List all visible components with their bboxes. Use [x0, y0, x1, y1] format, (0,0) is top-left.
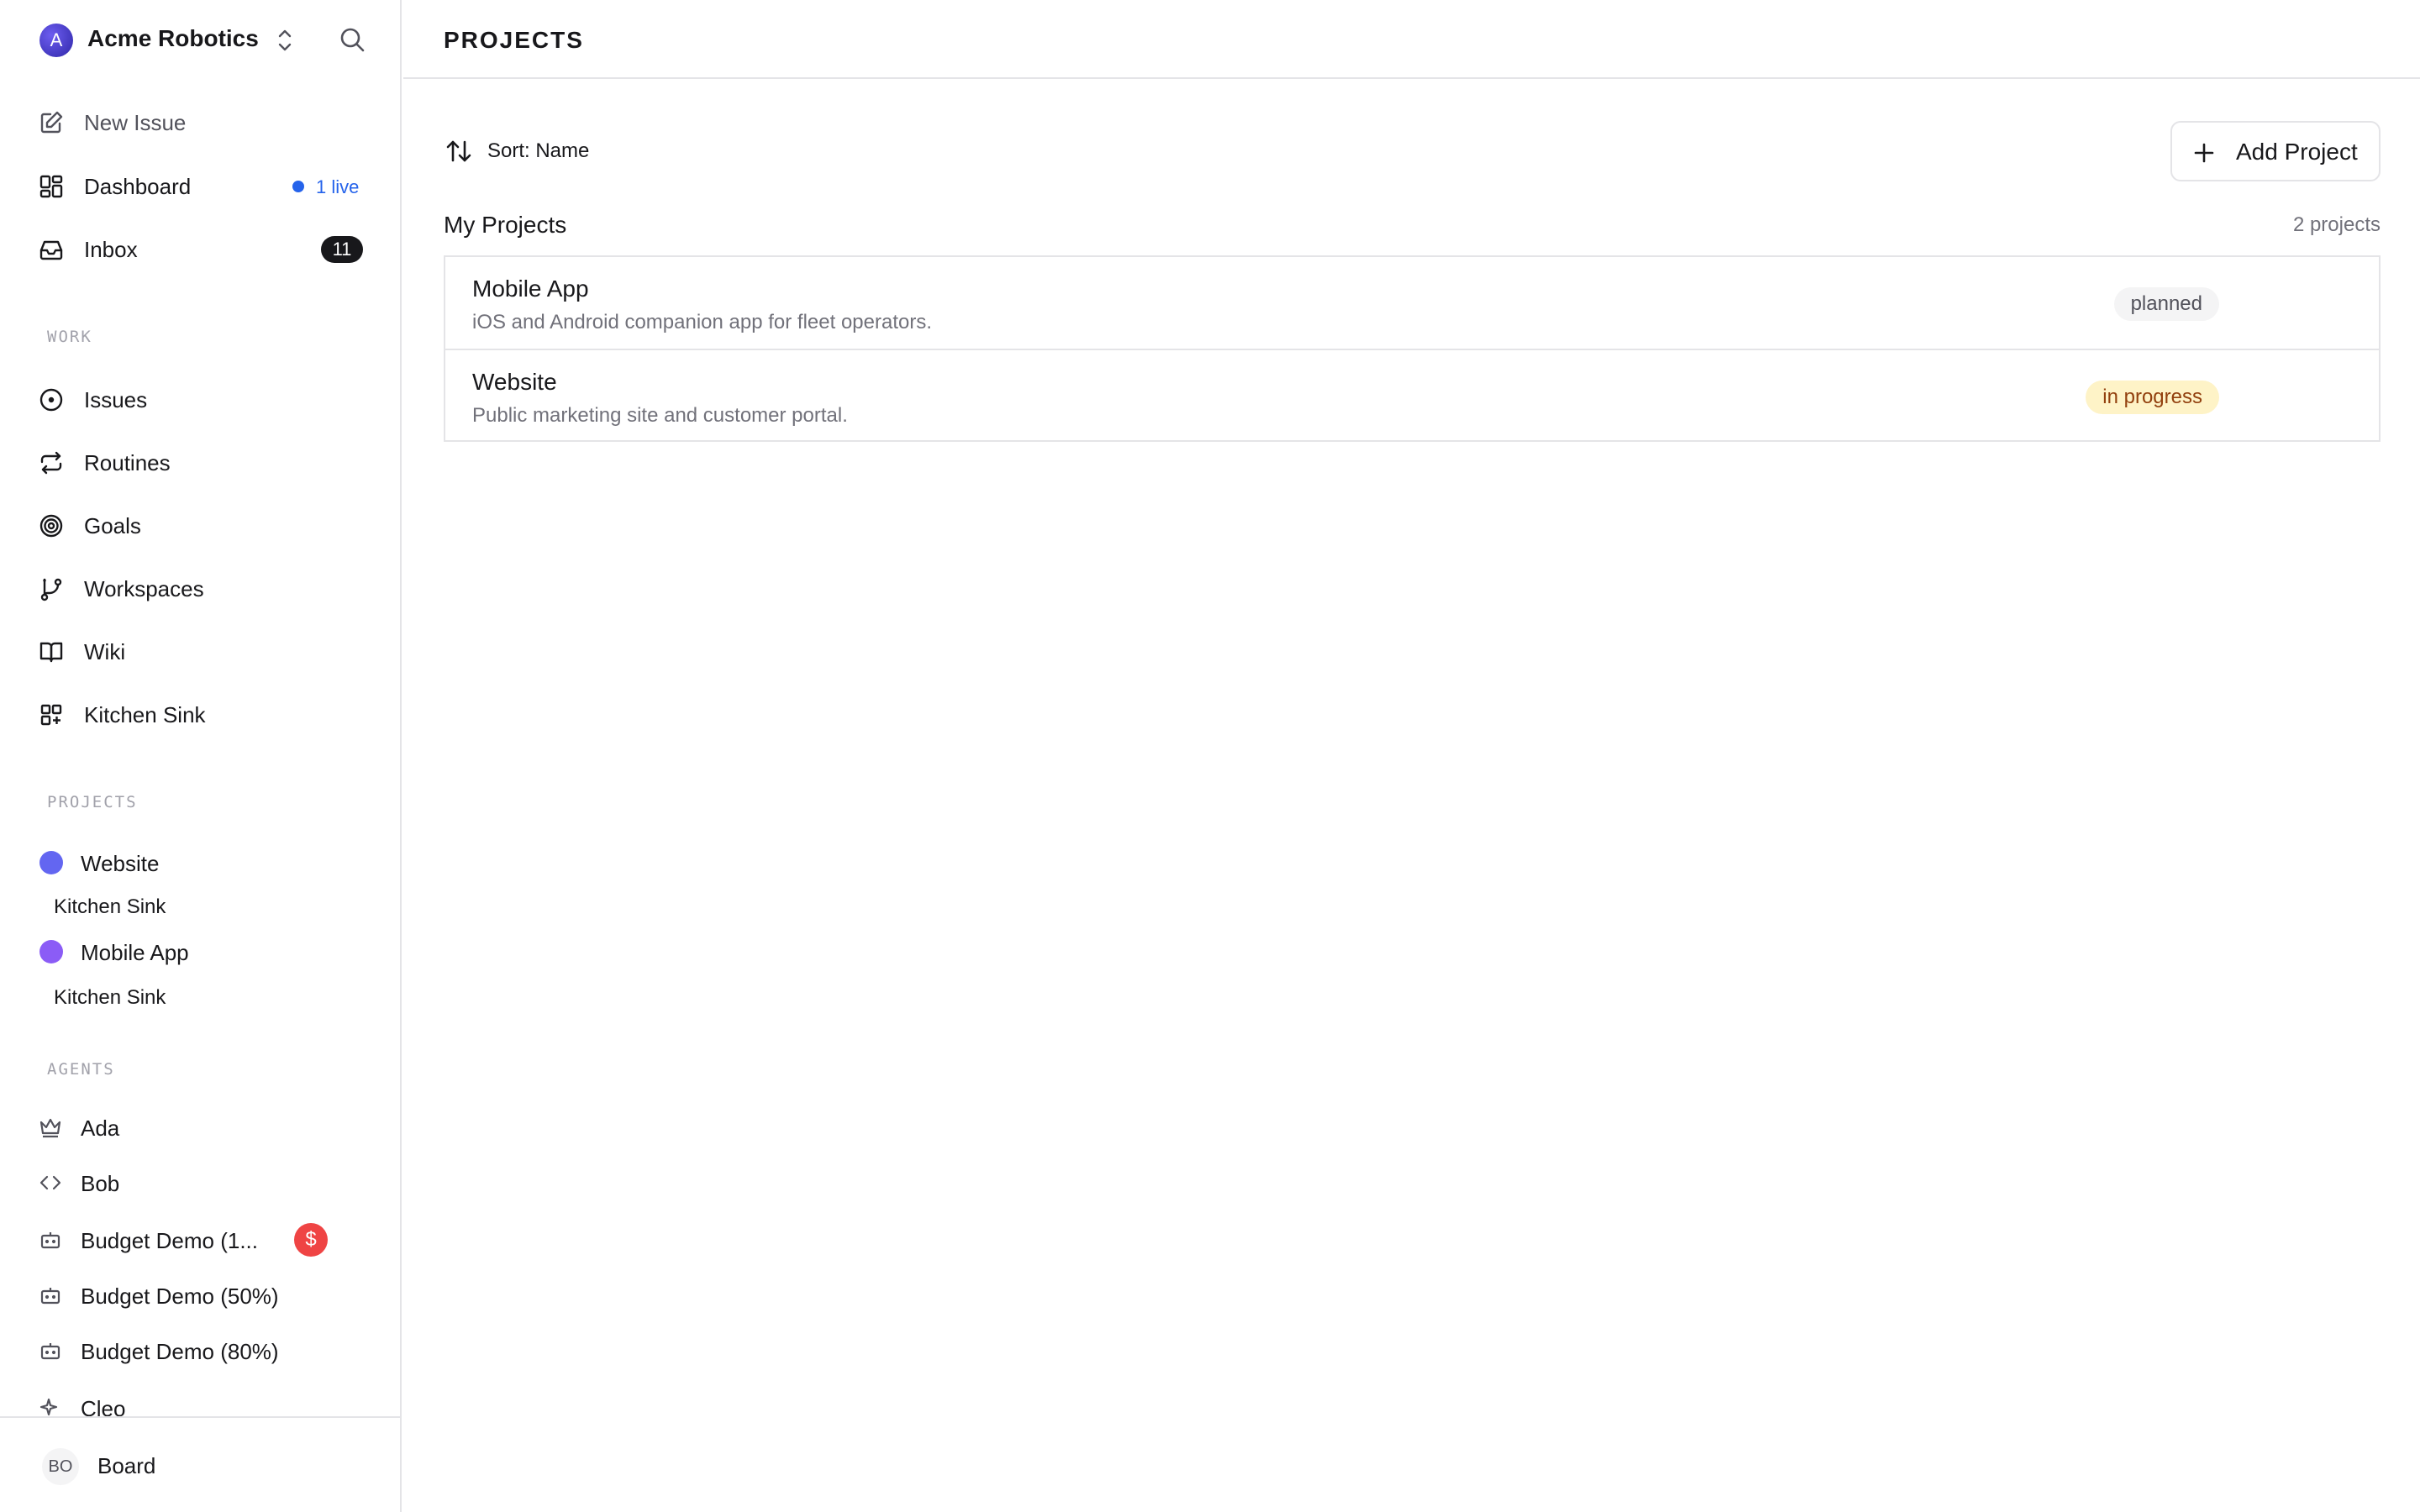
agent-label: Budget Demo (50%)	[81, 1284, 279, 1309]
nav-workspaces[interactable]: Workspaces	[27, 564, 375, 614]
live-indicator-dot	[292, 181, 304, 192]
nav-wiki-label: Wiki	[84, 639, 126, 664]
project-row[interactable]: Website Public marketing site and custom…	[445, 349, 2379, 440]
nav-new-issue[interactable]: New Issue	[27, 97, 375, 148]
nav-routines[interactable]: Routines	[27, 438, 375, 488]
bot-icon	[39, 1228, 62, 1252]
sidebar-project-label: Mobile App	[81, 940, 189, 965]
section-title: My Projects	[444, 212, 567, 238]
sparkle-icon	[39, 1396, 62, 1416]
user-footer[interactable]: BO Board	[0, 1416, 400, 1512]
budget-alert-badge: $	[294, 1223, 328, 1257]
inbox-icon	[39, 237, 64, 262]
agent-label: Cleo	[81, 1396, 126, 1416]
user-avatar: BO	[42, 1448, 79, 1485]
sidebar-project-website[interactable]: Website	[27, 842, 375, 884]
sidebar: A Acme Robotics New Issue Dashboard 1 li…	[0, 0, 402, 1512]
sidebar-project-sub-item[interactable]: Kitchen Sink	[54, 887, 373, 924]
sidebar-project-sub-item[interactable]: Kitchen Sink	[54, 978, 373, 1015]
book-icon	[39, 639, 64, 664]
nav-routines-label: Routines	[84, 450, 171, 475]
shapes-icon	[39, 702, 64, 727]
nav-new-issue-label: New Issue	[84, 110, 187, 135]
crown-icon	[39, 1116, 62, 1139]
target-icon	[39, 513, 64, 538]
inbox-count-badge: 11	[321, 236, 363, 263]
project-count: 2 projects	[2292, 213, 2381, 236]
workspace-avatar[interactable]: A	[39, 24, 73, 57]
edit-icon	[39, 110, 64, 135]
nav-goals-label: Goals	[84, 513, 141, 538]
status-badge: planned	[2113, 287, 2219, 321]
bot-icon	[39, 1284, 62, 1307]
dashboard-icon	[39, 174, 64, 199]
chevrons-up-down-icon[interactable]	[274, 25, 296, 55]
project-name: Mobile App	[472, 276, 589, 302]
agent-item-ada[interactable]: Ada	[27, 1104, 375, 1151]
workspace-header: A Acme Robotics	[0, 0, 402, 81]
project-color-dot	[39, 851, 63, 874]
projects-list: Mobile App iOS and Android companion app…	[444, 255, 2381, 442]
repeat-icon	[39, 450, 64, 475]
nav-inbox-label: Inbox	[84, 237, 138, 262]
sidebar-project-sub-label: Kitchen Sink	[54, 986, 166, 1009]
top-bar: PROJECTS	[403, 0, 2420, 79]
add-project-button[interactable]: Add Project	[2170, 121, 2381, 181]
circle-dot-icon	[39, 387, 64, 412]
workspace-name[interactable]: Acme Robotics	[87, 25, 259, 52]
project-description: Public marketing site and customer porta…	[472, 404, 848, 427]
agent-label: Ada	[81, 1116, 120, 1141]
search-icon[interactable]	[338, 25, 366, 54]
section-label-work: WORK	[47, 328, 92, 346]
nav-dashboard-label: Dashboard	[84, 174, 192, 199]
sort-arrows-icon	[444, 136, 474, 166]
nav-kitchen-sink[interactable]: Kitchen Sink	[27, 690, 375, 740]
project-color-dot	[39, 940, 63, 963]
main-content: PROJECTS Sort: Name Add Project My Proje…	[403, 0, 2420, 1512]
agent-item-budget-demo-80[interactable]: Budget Demo (80%)	[27, 1327, 375, 1374]
agents-list: Ada Bob Budget Demo (1... $ Budget Demo …	[0, 1100, 400, 1416]
section-label-projects: PROJECTS	[47, 793, 138, 811]
agent-label: Bob	[81, 1171, 120, 1196]
add-project-label: Add Project	[2236, 139, 2358, 165]
page-title: PROJECTS	[444, 27, 584, 53]
agent-item-budget-demo-50[interactable]: Budget Demo (50%)	[27, 1272, 375, 1319]
nav-workspaces-label: Workspaces	[84, 576, 204, 601]
project-name: Website	[472, 369, 557, 395]
nav-wiki[interactable]: Wiki	[27, 627, 375, 677]
nav-kitchen-sink-label: Kitchen Sink	[84, 702, 206, 727]
project-description: iOS and Android companion app for fleet …	[472, 311, 933, 333]
nav-dashboard[interactable]: Dashboard 1 live	[27, 161, 375, 212]
git-branch-icon	[39, 576, 64, 601]
bot-icon	[39, 1339, 62, 1362]
user-name: Board	[97, 1453, 156, 1478]
agent-item-cleo[interactable]: Cleo	[27, 1384, 375, 1416]
project-row[interactable]: Mobile App iOS and Android companion app…	[445, 257, 2379, 349]
app-root: A Acme Robotics New Issue Dashboard 1 li…	[0, 0, 2420, 1512]
agent-item-bob[interactable]: Bob	[27, 1159, 375, 1206]
status-badge: in progress	[2086, 381, 2219, 414]
nav-issues-label: Issues	[84, 387, 148, 412]
sort-button[interactable]: Sort: Name	[444, 133, 612, 170]
agent-label: Budget Demo (1...	[81, 1228, 258, 1253]
plus-icon	[2191, 139, 2217, 166]
live-count-label: 1 live	[316, 176, 360, 197]
nav-goals[interactable]: Goals	[27, 501, 375, 551]
code-icon	[39, 1171, 62, 1194]
nav-inbox[interactable]: Inbox 11	[27, 224, 375, 275]
sidebar-project-sub-label: Kitchen Sink	[54, 895, 166, 918]
sort-label: Sort: Name	[487, 139, 590, 162]
section-label-agents: AGENTS	[47, 1060, 115, 1079]
nav-issues[interactable]: Issues	[27, 375, 375, 425]
agent-label: Budget Demo (80%)	[81, 1339, 279, 1364]
agent-item-budget-demo-1[interactable]: Budget Demo (1... $	[27, 1216, 375, 1263]
sidebar-project-label: Website	[81, 851, 160, 876]
sidebar-project-mobile-app[interactable]: Mobile App	[27, 931, 375, 973]
